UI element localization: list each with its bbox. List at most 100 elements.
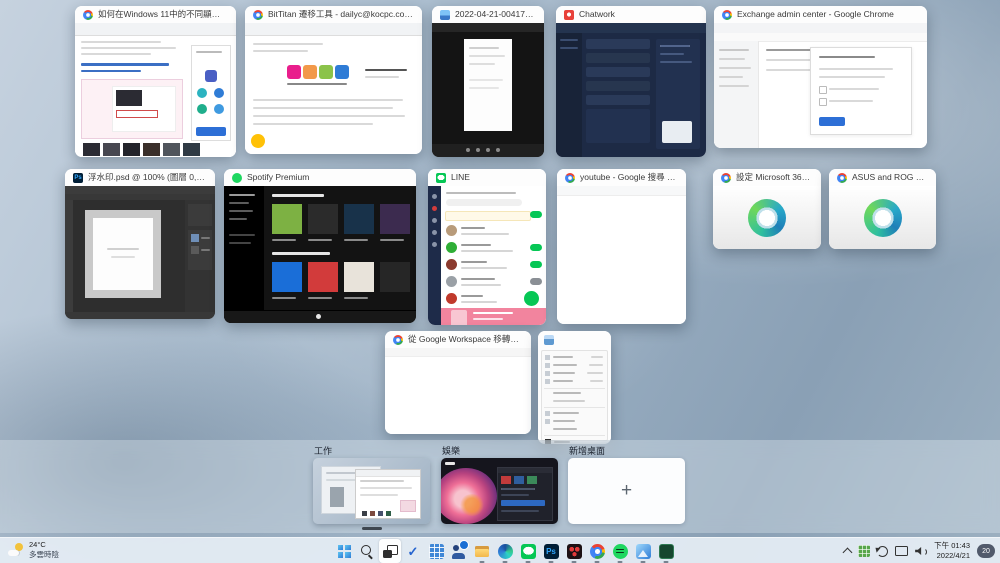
window-title: Spotify Premium — [247, 169, 309, 186]
window-bittitan[interactable]: BitTitan 遷移工具 - dailyc@kocpc.com.tw - 電腦… — [245, 6, 422, 154]
weather-condition: 多雲時陰 — [29, 550, 59, 560]
plus-icon: + — [621, 480, 632, 502]
task-view-button[interactable] — [379, 539, 401, 563]
tray-green-app-icon[interactable] — [858, 545, 870, 557]
window-title-bar: Chatwork — [556, 6, 706, 23]
tablet-icon[interactable] — [895, 546, 908, 556]
window-title-bar: BitTitan 遷移工具 - dailyc@kocpc.com.tw - 電腦… — [245, 6, 422, 23]
chevron-up-icon[interactable] — [843, 548, 853, 558]
chrome-icon — [83, 10, 93, 20]
red-app-icon — [567, 544, 582, 559]
window-photoshop[interactable]: Ps 浮水印.psd @ 100% (圖層 0, RGB/8) — [65, 169, 215, 319]
search-button[interactable] — [356, 539, 378, 563]
window-chatwork[interactable]: Chatwork — [556, 6, 706, 157]
window-exchange-admin[interactable]: Exchange admin center - Google Chrome — [714, 6, 927, 148]
new-desktop-button[interactable]: + — [568, 458, 685, 524]
window-title: BitTitan 遷移工具 - dailyc@kocpc.com.tw - 電腦… — [268, 6, 414, 23]
window-title-bar: 如何在Windows 11中的不同顯示器上設置不同... — [75, 6, 236, 23]
window-title-bar: Exchange admin center - Google Chrome — [714, 6, 927, 23]
weather-temperature: 24°C — [29, 540, 59, 550]
desktop-label-entertainment: 娛樂 — [442, 444, 460, 457]
line-icon — [521, 544, 536, 559]
chrome-loading-logo — [864, 199, 902, 237]
window-youtube-search[interactable]: youtube - Google 搜尋 和其他 8 個頁面... — [557, 169, 686, 324]
spotify-icon — [232, 173, 242, 183]
window-title: 如何在Windows 11中的不同顯示器上設置不同... — [98, 6, 228, 23]
window-line[interactable]: LINE — [428, 169, 546, 325]
people-chat-button[interactable] — [448, 539, 470, 563]
window-title: 設定 Microsoft 365 以進行... — [736, 169, 813, 186]
edge-button[interactable] — [494, 539, 516, 563]
photoshop-icon: Ps — [544, 544, 559, 559]
taskbar-clock[interactable]: 下午 01:43 2022/4/21 — [934, 541, 970, 561]
window-title-bar: 從 Google Workspace 移轉商業電子郵... — [385, 331, 531, 348]
todo-button[interactable] — [402, 539, 424, 563]
photoshop-button[interactable]: Ps — [540, 539, 562, 563]
desktop-label-new: 新增桌面 — [569, 444, 605, 457]
window-title-bar: 設定 Microsoft 365 以進行... — [713, 169, 821, 186]
desktop-thumbnail-work[interactable] — [313, 458, 430, 524]
notification-count-badge[interactable]: 20 — [977, 544, 995, 558]
chrome-icon — [590, 544, 605, 559]
window-title: youtube - Google 搜尋 和其他 8 個頁面... — [580, 169, 678, 186]
window-m365-setup[interactable]: 設定 Microsoft 365 以進行... — [713, 169, 821, 249]
window-thumbnail — [538, 348, 611, 444]
chrome-icon — [565, 173, 575, 183]
task-view-icon — [383, 544, 398, 559]
window-title: LINE — [451, 169, 470, 186]
window-title: Exchange admin center - Google Chrome — [737, 6, 894, 23]
chrome-loading-logo — [748, 199, 786, 237]
window-workspace-migration[interactable]: 從 Google Workspace 移轉商業電子郵... — [385, 331, 531, 434]
file-explorer-button[interactable] — [471, 539, 493, 563]
window-context-menu-shot[interactable] — [538, 331, 611, 444]
photos-icon — [636, 544, 651, 559]
desktop-thumbnail-entertainment[interactable] — [441, 458, 558, 524]
window-article-browser[interactable]: 如何在Windows 11中的不同顯示器上設置不同... — [75, 6, 236, 157]
spotify-button[interactable] — [609, 539, 631, 563]
window-title: 浮水印.psd @ 100% (圖層 0, RGB/8) — [88, 169, 207, 186]
window-title: Chatwork — [579, 6, 615, 23]
red-app-button[interactable] — [563, 539, 585, 563]
photoshop-icon: Ps — [73, 173, 83, 183]
notification-dot — [459, 540, 469, 550]
edge-icon — [498, 544, 513, 559]
window-title-bar: Spotify Premium — [224, 169, 416, 186]
start-button[interactable] — [333, 539, 355, 563]
desktop-scroll-indicator — [362, 527, 382, 530]
chrome-button[interactable] — [586, 539, 608, 563]
window-title-bar: Ps 浮水印.psd @ 100% (圖層 0, RGB/8) — [65, 169, 215, 186]
photos-button[interactable] — [632, 539, 654, 563]
line-button[interactable] — [517, 539, 539, 563]
window-title: 2022-04-21-004175.jpg -... — [455, 6, 536, 23]
calendar-icon — [429, 544, 444, 559]
volume-icon[interactable] — [915, 546, 927, 556]
clock-date: 2022/4/21 — [934, 551, 970, 561]
clock-time: 下午 01:43 — [934, 541, 970, 551]
window-title-bar — [538, 331, 611, 348]
window-asus-rog[interactable]: ASUS and ROG 2022 Cons... — [829, 169, 936, 249]
task-view-screen: 如何在Windows 11中的不同顯示器上設置不同... — [0, 0, 1000, 563]
search-icon — [360, 544, 375, 559]
window-title: 從 Google Workspace 移轉商業電子郵... — [408, 331, 523, 348]
window-title-bar: 2022-04-21-004175.jpg -... — [432, 6, 544, 23]
window-thumbnail — [65, 186, 215, 319]
window-thumbnail — [432, 23, 544, 157]
sync-icon[interactable] — [877, 546, 888, 557]
window-thumbnail — [714, 23, 927, 148]
window-thumbnail — [557, 186, 686, 324]
window-thumbnail — [428, 186, 546, 325]
window-title-bar: ASUS and ROG 2022 Cons... — [829, 169, 936, 186]
desktop-label-work: 工作 — [314, 444, 332, 457]
window-spotify[interactable]: Spotify Premium — [224, 169, 416, 323]
calendar-button[interactable] — [425, 539, 447, 563]
taskbar-weather-widget[interactable]: 24°C 多雲時陰 — [8, 540, 59, 560]
image-icon — [440, 10, 450, 20]
document-icon — [544, 335, 554, 345]
window-thumbnail — [829, 186, 936, 249]
capture-app-button[interactable] — [655, 539, 677, 563]
folder-icon — [475, 544, 490, 559]
taskbar: 24°C 多雲時陰 Ps — [0, 537, 1000, 563]
window-thumbnail — [245, 23, 422, 154]
window-photo-viewer[interactable]: 2022-04-21-004175.jpg -... — [432, 6, 544, 157]
windows-start-icon — [337, 544, 352, 559]
